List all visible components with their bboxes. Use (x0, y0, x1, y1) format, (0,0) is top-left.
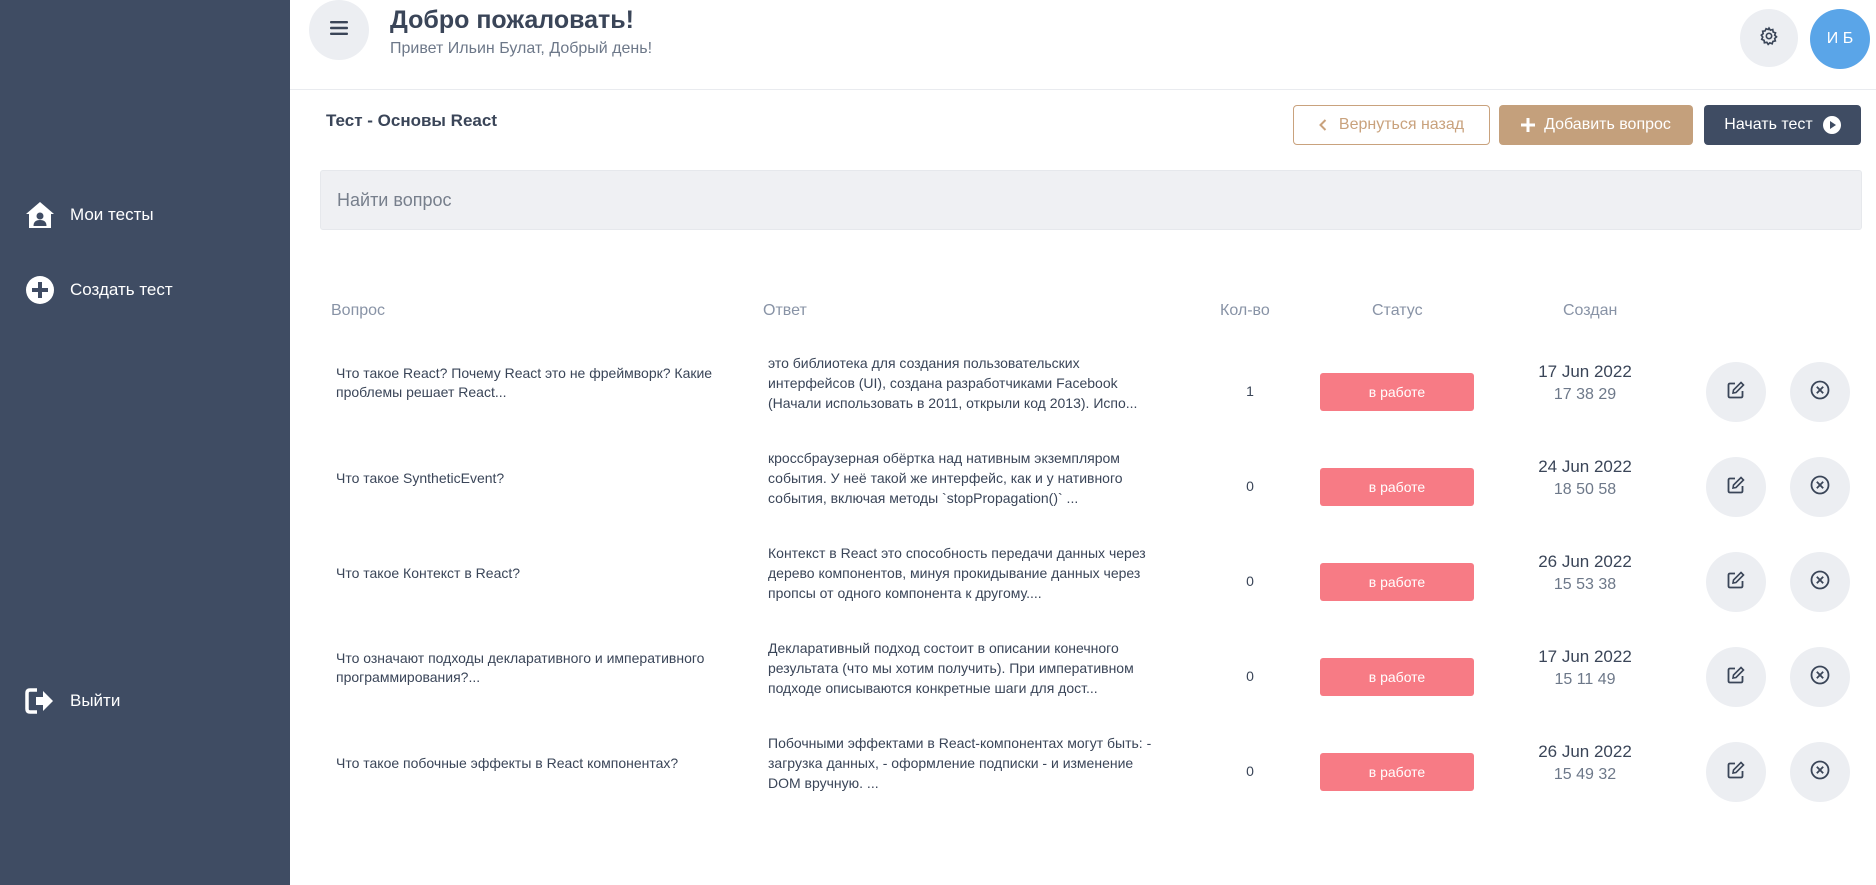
sidebar-item-create-test[interactable]: Создать тест (24, 274, 173, 306)
main-content: Добро пожаловать! Привет Ильин Булат, До… (290, 0, 1876, 885)
add-question-label: Добавить вопрос (1544, 116, 1671, 133)
question-cell: Что такое побочные эффекты в React компо… (336, 755, 679, 771)
status-badge: в работе (1320, 373, 1474, 411)
edit-button[interactable] (1706, 742, 1766, 802)
back-button[interactable]: Вернуться назад (1293, 105, 1490, 145)
close-circle-icon (1810, 665, 1830, 690)
sidebar-item-my-tests[interactable]: Мои тесты (24, 199, 154, 231)
count-cell: 0 (1246, 573, 1254, 589)
answer-cell: Побочными эффектами в React-компонентах … (768, 735, 1152, 791)
back-button-label: Вернуться назад (1338, 116, 1465, 133)
delete-button[interactable] (1790, 362, 1850, 422)
house-user-icon (24, 199, 56, 231)
start-test-button[interactable]: Начать тест (1704, 105, 1861, 145)
edit-button[interactable] (1706, 362, 1766, 422)
answer-cell: это библиотека для создания пользователь… (768, 355, 1138, 411)
created-date: 26 Jun 2022 (1538, 552, 1632, 571)
search-input[interactable] (320, 170, 1862, 230)
status-badge: в работе (1320, 563, 1474, 601)
delete-button[interactable] (1790, 552, 1850, 612)
sign-out-icon (24, 685, 56, 717)
column-header-count: Кол-во (1220, 302, 1270, 319)
add-question-button[interactable]: Добавить вопрос (1499, 105, 1693, 145)
test-title: Тест - Основы React (326, 111, 497, 130)
created-time: 15 49 32 (1553, 766, 1617, 783)
created-date: 24 Jun 2022 (1538, 457, 1632, 476)
greeting-text: Привет Ильин Булат, Добрый день! (390, 40, 653, 57)
close-circle-icon (1810, 380, 1830, 405)
edit-icon (1727, 760, 1745, 784)
avatar[interactable]: И Б (1810, 9, 1870, 69)
sidebar-item-label: Мои тесты (70, 205, 154, 224)
edit-icon (1727, 570, 1745, 594)
answer-cell: кроссбраузерная обёртка над нативным экз… (768, 450, 1123, 506)
question-cell: Что такое SyntheticEvent? (336, 470, 505, 486)
status-badge: в работе (1320, 658, 1474, 696)
gear-icon (1759, 25, 1779, 51)
answer-cell: Декларативный подход состоит в описании … (768, 640, 1134, 696)
delete-button[interactable] (1790, 742, 1850, 802)
created-time: 15 53 38 (1553, 576, 1617, 593)
created-time: 17 38 29 (1553, 386, 1617, 403)
question-cell: Что такое Контекст в React? (336, 565, 521, 581)
plus-icon (1521, 118, 1536, 132)
top-bar: Добро пожаловать! Привет Ильин Булат, До… (290, 0, 1876, 90)
close-circle-icon (1810, 570, 1830, 595)
column-header-status: Статус (1372, 302, 1423, 319)
count-cell: 0 (1246, 668, 1254, 684)
table-row: Что означают подходы декларативного и им… (290, 629, 1876, 724)
count-cell: 1 (1246, 383, 1254, 399)
edit-icon (1727, 475, 1745, 499)
start-test-label: Начать тест (1724, 116, 1813, 133)
play-circle-icon (1822, 116, 1841, 134)
sidebar: Мои тесты Создать тест Выйти (0, 0, 290, 885)
table-row: Что такое побочные эффекты в React компо… (290, 724, 1876, 819)
status-badge: в работе (1320, 753, 1474, 791)
settings-button[interactable] (1740, 9, 1798, 67)
table-row: Что такое Контекст в React? Контекст в R… (290, 534, 1876, 629)
created-date: 17 Jun 2022 (1538, 362, 1632, 381)
close-circle-icon (1810, 760, 1830, 785)
edit-icon (1727, 665, 1745, 689)
edit-button[interactable] (1706, 552, 1766, 612)
created-time: 18 50 58 (1553, 481, 1617, 498)
plus-circle-icon (24, 274, 56, 306)
table-row: Что такое SyntheticEvent? кроссбраузерна… (290, 439, 1876, 534)
created-date: 26 Jun 2022 (1538, 742, 1632, 761)
created-date: 17 Jun 2022 (1538, 647, 1632, 666)
created-time: 15 11 49 (1554, 671, 1616, 688)
column-header-answer: Ответ (763, 302, 807, 319)
count-cell: 0 (1246, 763, 1254, 779)
menu-toggle-button[interactable] (309, 0, 369, 60)
delete-button[interactable] (1790, 457, 1850, 517)
logout-button[interactable]: Выйти (24, 685, 120, 717)
edit-button[interactable] (1706, 457, 1766, 517)
close-circle-icon (1810, 475, 1830, 500)
delete-button[interactable] (1790, 647, 1850, 707)
column-header-question: Вопрос (331, 302, 386, 319)
count-cell: 0 (1246, 478, 1254, 494)
logout-label: Выйти (70, 691, 121, 710)
page-title: Добро пожаловать! (390, 6, 634, 34)
chevron-left-icon (1318, 119, 1327, 131)
sidebar-item-label: Создать тест (70, 280, 173, 299)
column-header-created: Создан (1563, 302, 1618, 319)
edit-icon (1727, 380, 1745, 404)
edit-button[interactable] (1706, 647, 1766, 707)
status-badge: в работе (1320, 468, 1474, 506)
question-cell: Что такое React? Почему React это не фре… (336, 365, 713, 400)
answer-cell: Контекст в React это способность передач… (768, 545, 1146, 601)
hamburger-icon (330, 20, 348, 40)
table-row: Что такое React? Почему React это не фре… (290, 344, 1876, 439)
question-cell: Что означают подходы декларативного и им… (336, 650, 705, 685)
